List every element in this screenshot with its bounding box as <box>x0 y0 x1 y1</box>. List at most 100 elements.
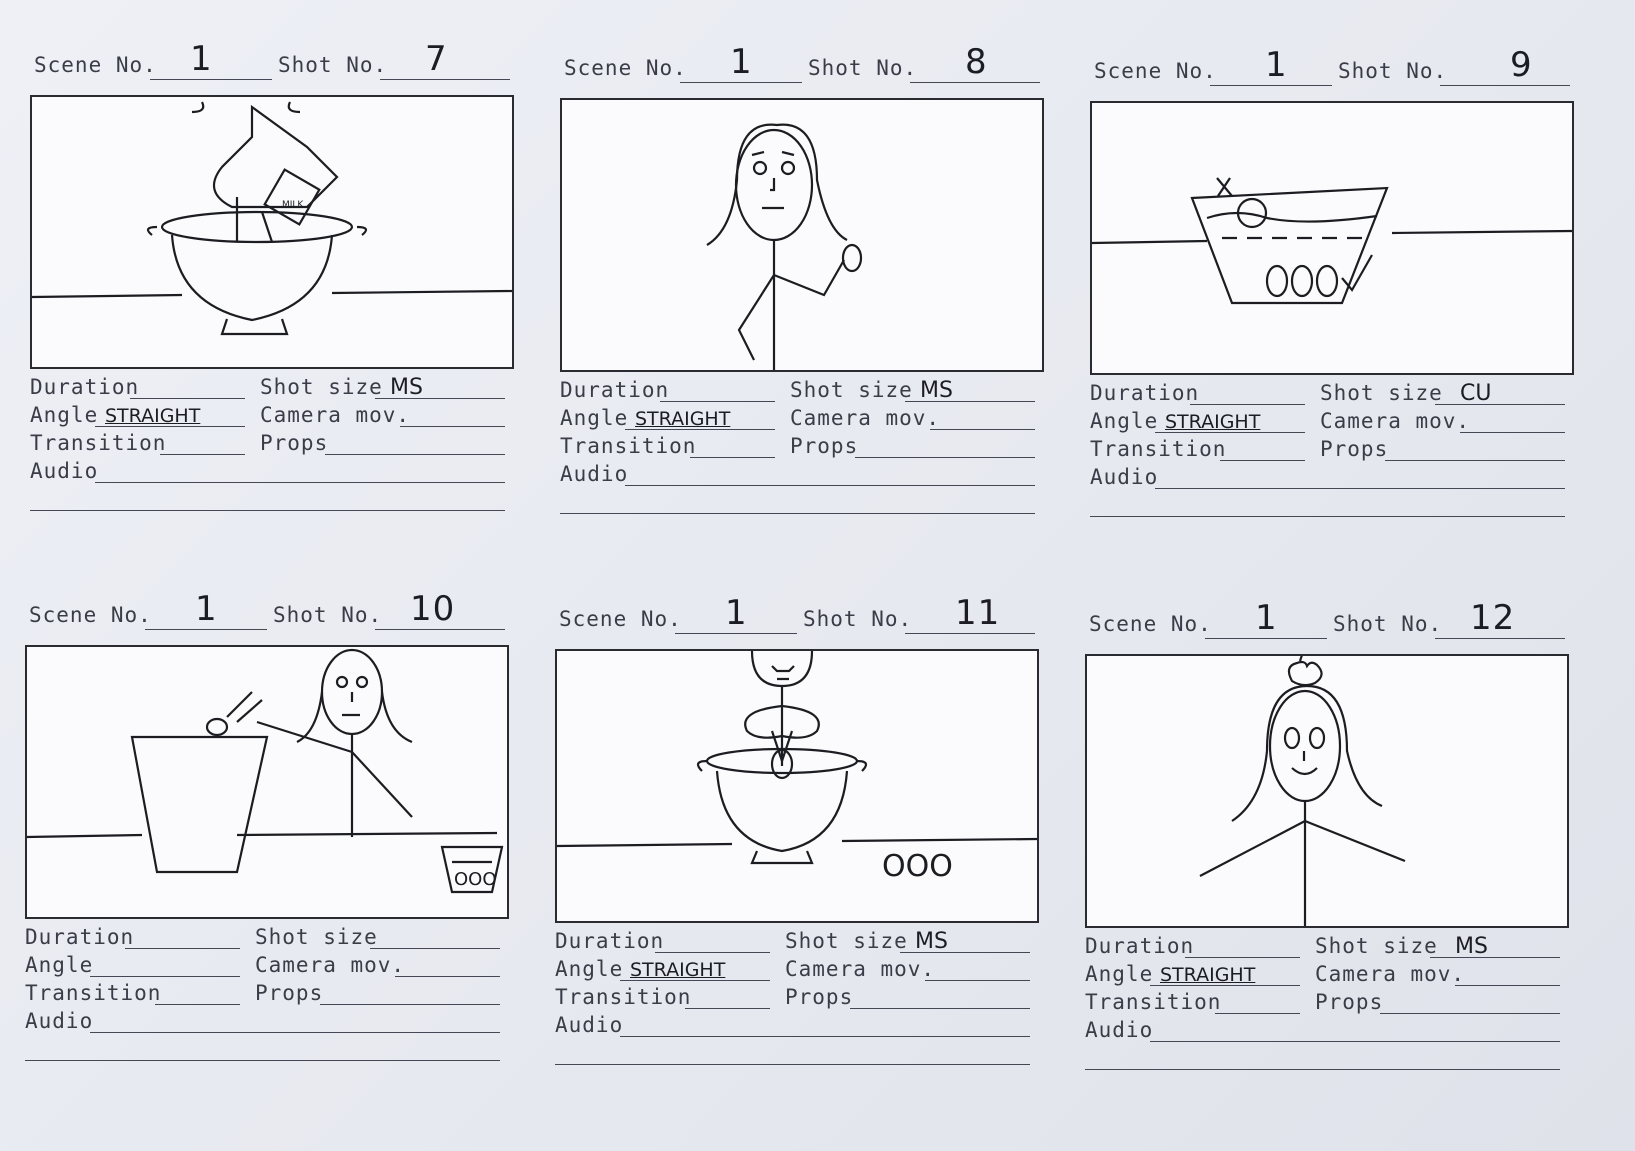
duration-line <box>125 948 240 949</box>
audio-label: Audio <box>30 459 99 483</box>
duration-line <box>655 952 770 953</box>
shot-label: Shot No. <box>803 607 913 631</box>
shot-line <box>1440 85 1570 86</box>
transition-line <box>690 457 775 458</box>
shot-details: Duration Shot size MS Angle STRAIGHT Cam… <box>560 378 1060 538</box>
props-label: Props <box>260 431 329 455</box>
audio-label: Audio <box>555 1013 624 1037</box>
shot-size-label: Shot size <box>790 378 913 402</box>
sketch-woman-apple-on-head <box>1199 656 1406 926</box>
transition-line <box>685 1008 770 1009</box>
storyboard-panel-2: Scene No. 1 Shot No. 8 Duration Shot siz… <box>560 42 1070 588</box>
camera-label: Camera mov. <box>1315 962 1466 986</box>
camera-line <box>930 429 1035 430</box>
storyboard-panel-1: Scene No. 1 Shot No. 7 MILK Duration Sho… <box>30 39 540 585</box>
shot-details: Duration Shot size MS Angle STRAIGHT Cam… <box>555 929 1055 1089</box>
angle-label: Angle <box>30 403 99 427</box>
shot-size-value: MS <box>390 375 423 400</box>
shot-label: Shot No. <box>1338 59 1448 83</box>
angle-value: STRAIGHT <box>630 959 726 981</box>
bowl-eggs-label: OOO <box>454 869 497 890</box>
audio-label: Audio <box>25 1009 94 1033</box>
scene-number: 1 <box>725 593 748 633</box>
camera-line <box>400 426 505 427</box>
transition-label: Transition <box>560 434 697 458</box>
camera-label: Camera mov. <box>255 953 406 977</box>
audio-label: Audio <box>1085 1018 1154 1042</box>
audio-line-2 <box>560 513 1035 514</box>
eggs-label: OOO <box>882 849 953 884</box>
duration-line <box>660 401 775 402</box>
props-label: Props <box>790 434 859 458</box>
audio-line <box>1155 488 1565 489</box>
shot-line <box>380 79 510 80</box>
scene-number: 1 <box>1265 45 1288 85</box>
sketch-frame <box>560 98 1044 372</box>
camera-line <box>1460 432 1565 433</box>
angle-label: Angle <box>25 953 94 977</box>
transition-line <box>155 1004 240 1005</box>
scene-number: 1 <box>1255 598 1278 638</box>
duration-label: Duration <box>1085 934 1195 958</box>
shot-size-label: Shot size <box>255 925 378 949</box>
audio-line <box>625 485 1035 486</box>
transition-label: Transition <box>555 985 692 1009</box>
angle-label: Angle <box>560 406 629 430</box>
sketch-frame <box>1090 101 1574 375</box>
scene-label: Scene No. <box>564 56 687 80</box>
angle-label: Angle <box>1085 962 1154 986</box>
duration-label: Duration <box>30 375 140 399</box>
transition-label: Transition <box>25 981 162 1005</box>
shot-size-value: MS <box>915 929 948 954</box>
sketch-egg-water-test <box>1092 177 1572 305</box>
scene-label: Scene No. <box>34 53 157 77</box>
shot-size-label: Shot size <box>1320 381 1443 405</box>
panel-header: Scene No. 1 Shot No. 7 <box>30 39 530 85</box>
panel-header: Scene No. 1 Shot No. 11 <box>555 593 1055 639</box>
angle-value: STRAIGHT <box>635 408 731 430</box>
duration-label: Duration <box>555 929 665 953</box>
panel-header: Scene No. 1 Shot No. 9 <box>1090 45 1590 91</box>
audio-line <box>620 1036 1030 1037</box>
sketch-frame: MILK <box>30 95 514 369</box>
scene-line <box>145 629 267 630</box>
scene-number: 1 <box>195 589 218 629</box>
camera-label: Camera mov. <box>260 403 411 427</box>
shot-number: 12 <box>1470 598 1516 638</box>
shot-line <box>905 633 1035 634</box>
shot-size-label: Shot size <box>1315 934 1438 958</box>
audio-line-2 <box>1090 516 1565 517</box>
shot-number: 7 <box>425 39 448 79</box>
sketch-woman-whisking: OOO <box>557 651 1037 884</box>
audio-line-2 <box>25 1060 500 1061</box>
props-line <box>850 1008 1030 1009</box>
props-line <box>320 1004 500 1005</box>
panel-header: Scene No. 1 Shot No. 12 <box>1085 598 1585 644</box>
props-line <box>1385 460 1565 461</box>
storyboard-panel-5: Scene No. 1 Shot No. 11 OOO Duration Sho… <box>555 593 1065 1139</box>
scene-line <box>1205 638 1327 639</box>
scene-label: Scene No. <box>29 603 152 627</box>
transition-label: Transition <box>1090 437 1227 461</box>
transition-label: Transition <box>1085 990 1222 1014</box>
transition-label: Transition <box>30 431 167 455</box>
props-line <box>325 454 505 455</box>
shot-details: Duration Shot size Angle Camera mov. Tra… <box>25 925 525 1085</box>
camera-label: Camera mov. <box>1320 409 1471 433</box>
angle-label: Angle <box>555 957 624 981</box>
camera-line <box>395 976 500 977</box>
shot-size-line <box>1435 404 1565 405</box>
shot-number: 8 <box>965 42 988 82</box>
sketch-mixing-bowl: MILK <box>32 101 512 336</box>
audio-label: Audio <box>560 462 629 486</box>
transition-line <box>160 454 245 455</box>
camera-label: Camera mov. <box>785 957 936 981</box>
shot-size-line <box>1430 957 1560 958</box>
shot-number: 9 <box>1510 45 1533 85</box>
scene-line <box>680 82 802 83</box>
scene-number: 1 <box>190 39 213 79</box>
angle-value: STRAIGHT <box>1160 964 1256 986</box>
panel-header: Scene No. 1 Shot No. 8 <box>560 42 1060 88</box>
storyboard-panel-3: Scene No. 1 Shot No. 9 Duration Shot siz… <box>1090 45 1600 591</box>
audio-line <box>90 1032 500 1033</box>
